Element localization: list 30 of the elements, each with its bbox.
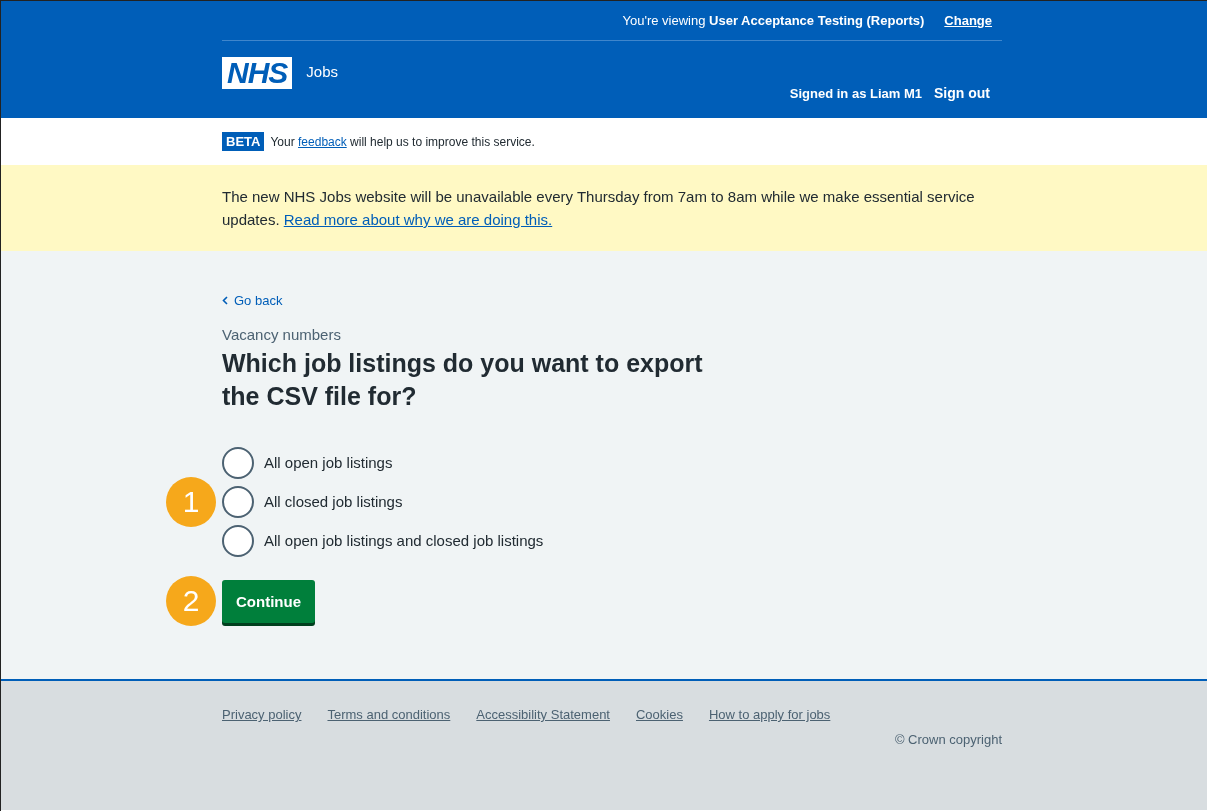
- read-more-link[interactable]: Read more about why we are doing this.: [283, 211, 553, 228]
- beta-tag: BETA: [222, 132, 265, 151]
- footer-link[interactable]: Terms and conditions: [327, 707, 451, 722]
- continue-button[interactable]: Continue: [222, 579, 315, 623]
- radio-label[interactable]: All open job listings and closed job listings: [264, 532, 544, 549]
- feedback-link[interactable]: feedback: [298, 134, 347, 149]
- footer-link[interactable]: Privacy policy: [222, 707, 302, 722]
- radio-label[interactable]: All closed job listings: [264, 493, 403, 510]
- step-marker: 2: [166, 576, 216, 626]
- notice-text: The new NHS Jobs website will be unavailable every Thursday from 7am to 8am while we make essential service updates. Read more about why we are doing this.: [222, 188, 975, 228]
- footer-link[interactable]: Cookies: [636, 707, 683, 722]
- feedback-text: Your feedback will help us to improve this service.: [270, 134, 535, 149]
- environment-text: You're viewing User Acceptance Testing (Reports): [622, 13, 925, 28]
- footer-link[interactable]: Accessibility Statement: [476, 707, 610, 722]
- radio-label[interactable]: All open job listings: [264, 454, 393, 471]
- radio-button[interactable]: [222, 485, 254, 518]
- caption: Vacancy numbers: [222, 326, 342, 343]
- radio-button[interactable]: [222, 446, 254, 479]
- sign-out-link[interactable]: Sign out: [934, 85, 990, 101]
- signed-in-text: Signed in as Liam M1: [789, 86, 922, 101]
- change-link[interactable]: Change: [944, 13, 992, 28]
- back-link[interactable]: Go back: [222, 293, 283, 308]
- footer-link[interactable]: How to apply for jobs: [708, 707, 831, 722]
- copyright-text: © Crown copyright: [894, 732, 1002, 747]
- radio-button[interactable]: [222, 524, 254, 557]
- chevron-left-icon: [222, 296, 228, 305]
- step-marker: 1: [166, 476, 216, 527]
- nhs-logo[interactable]: NHS: [222, 57, 293, 89]
- service-name: Jobs: [306, 63, 339, 80]
- page-heading: Which job listings do you want to export the CSV file for?: [222, 348, 704, 412]
